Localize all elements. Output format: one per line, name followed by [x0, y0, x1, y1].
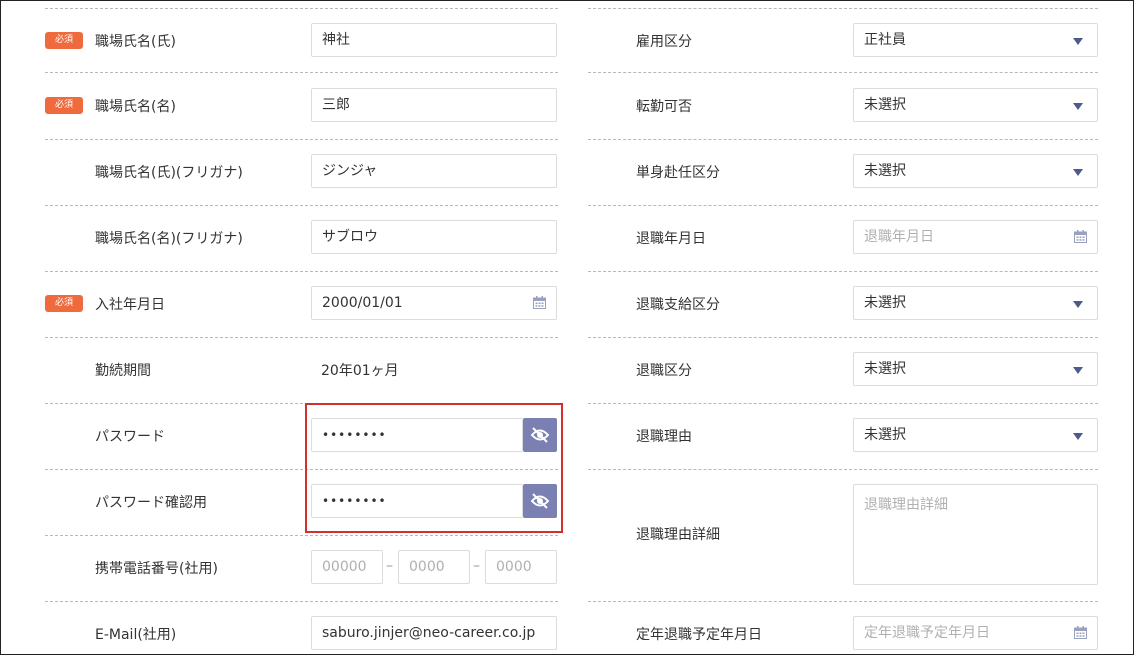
hire-date-value: 2000/01/01 [322, 295, 403, 311]
severance-select[interactable]: 未選択 [853, 286, 1098, 320]
email-label: E-Mail(社用) [95, 627, 177, 643]
severance-label: 退職支給区分 [636, 297, 720, 313]
retire-type-label: 退職区分 [636, 363, 692, 379]
mobile-label: 携帯電話番号(社用) [95, 561, 218, 577]
mobile-separator: – [473, 558, 480, 574]
hire-date-label: 入社年月日 [95, 297, 165, 313]
divider [588, 271, 1098, 272]
retire-reason-value: 未選択 [864, 427, 906, 443]
single-assignment-value: 未選択 [864, 163, 906, 179]
mobile-part3-input[interactable]: 0000 [485, 550, 557, 584]
divider [588, 337, 1098, 338]
divider [45, 535, 558, 536]
last-name-kana-input[interactable]: ジンジャ [311, 154, 557, 188]
required-badge: 必須 [45, 32, 83, 49]
first-name-kana-input[interactable]: サブロウ [311, 220, 557, 254]
last-name-input[interactable]: 神社 [311, 23, 557, 57]
hire-date-input[interactable]: 2000/01/01 [311, 286, 557, 320]
tenure-value: 20年01ヶ月 [321, 363, 399, 379]
divider [588, 205, 1098, 206]
password-confirm-label: パスワード確認用 [95, 495, 207, 511]
divider [45, 8, 558, 9]
divider [588, 601, 1098, 602]
tenure-label: 勤続期間 [95, 363, 151, 379]
required-badge: 必須 [45, 97, 83, 114]
divider [45, 139, 558, 140]
divider [588, 8, 1098, 9]
retire-reason-label: 退職理由 [636, 429, 692, 445]
first-name-input[interactable]: 三郎 [311, 88, 557, 122]
severance-value: 未選択 [864, 295, 906, 311]
divider [45, 601, 558, 602]
transfer-label: 転勤可否 [636, 99, 692, 115]
divider [588, 139, 1098, 140]
calendar-icon[interactable] [533, 296, 546, 309]
mobile-separator: – [386, 558, 393, 574]
retire-type-value: 未選択 [864, 361, 906, 377]
mobile-part1-input[interactable]: 00000 [311, 550, 383, 584]
email-input[interactable]: saburo.jinjer@neo-career.co.jp [311, 616, 557, 650]
chevron-down-icon [1073, 367, 1083, 374]
retire-date-label: 退職年月日 [636, 231, 706, 247]
last-name-label: 職場氏名(氏) [95, 34, 176, 50]
divider [45, 72, 558, 73]
required-badge: 必須 [45, 295, 83, 312]
divider [45, 271, 558, 272]
transfer-value: 未選択 [864, 97, 906, 113]
employment-type-select[interactable]: 正社員 [853, 23, 1098, 57]
single-assignment-select[interactable]: 未選択 [853, 154, 1098, 188]
calendar-icon[interactable] [1074, 626, 1087, 639]
retire-date-placeholder: 退職年月日 [864, 229, 934, 245]
transfer-select[interactable]: 未選択 [853, 88, 1098, 122]
retire-date-input[interactable]: 退職年月日 [853, 220, 1098, 254]
mobile-part2-input[interactable]: 0000 [398, 550, 470, 584]
employment-type-value: 正社員 [864, 32, 906, 48]
chevron-down-icon [1073, 103, 1083, 110]
first-name-kana-label: 職場氏名(名)(フリガナ) [95, 231, 243, 247]
employment-type-label: 雇用区分 [636, 34, 692, 50]
single-assignment-label: 単身赴任区分 [636, 165, 720, 181]
chevron-down-icon [1073, 169, 1083, 176]
divider [45, 337, 558, 338]
divider [45, 205, 558, 206]
mandatory-retire-input[interactable]: 定年退職予定年月日 [853, 616, 1098, 650]
highlight-box [305, 403, 563, 533]
chevron-down-icon [1073, 38, 1083, 45]
divider [588, 469, 1098, 470]
calendar-icon[interactable] [1074, 230, 1087, 243]
mandatory-retire-placeholder: 定年退職予定年月日 [864, 625, 990, 641]
last-name-kana-label: 職場氏名(氏)(フリガナ) [95, 165, 243, 181]
password-label: パスワード [95, 429, 165, 445]
retire-type-select[interactable]: 未選択 [853, 352, 1098, 386]
first-name-label: 職場氏名(名) [95, 99, 176, 115]
divider [588, 403, 1098, 404]
retire-detail-textarea[interactable]: 退職理由詳細 [853, 484, 1098, 585]
mandatory-retire-label: 定年退職予定年月日 [636, 627, 762, 643]
retire-reason-select[interactable]: 未選択 [853, 418, 1098, 452]
chevron-down-icon [1073, 301, 1083, 308]
retire-detail-label: 退職理由詳細 [636, 527, 720, 543]
divider [588, 72, 1098, 73]
chevron-down-icon [1073, 433, 1083, 440]
